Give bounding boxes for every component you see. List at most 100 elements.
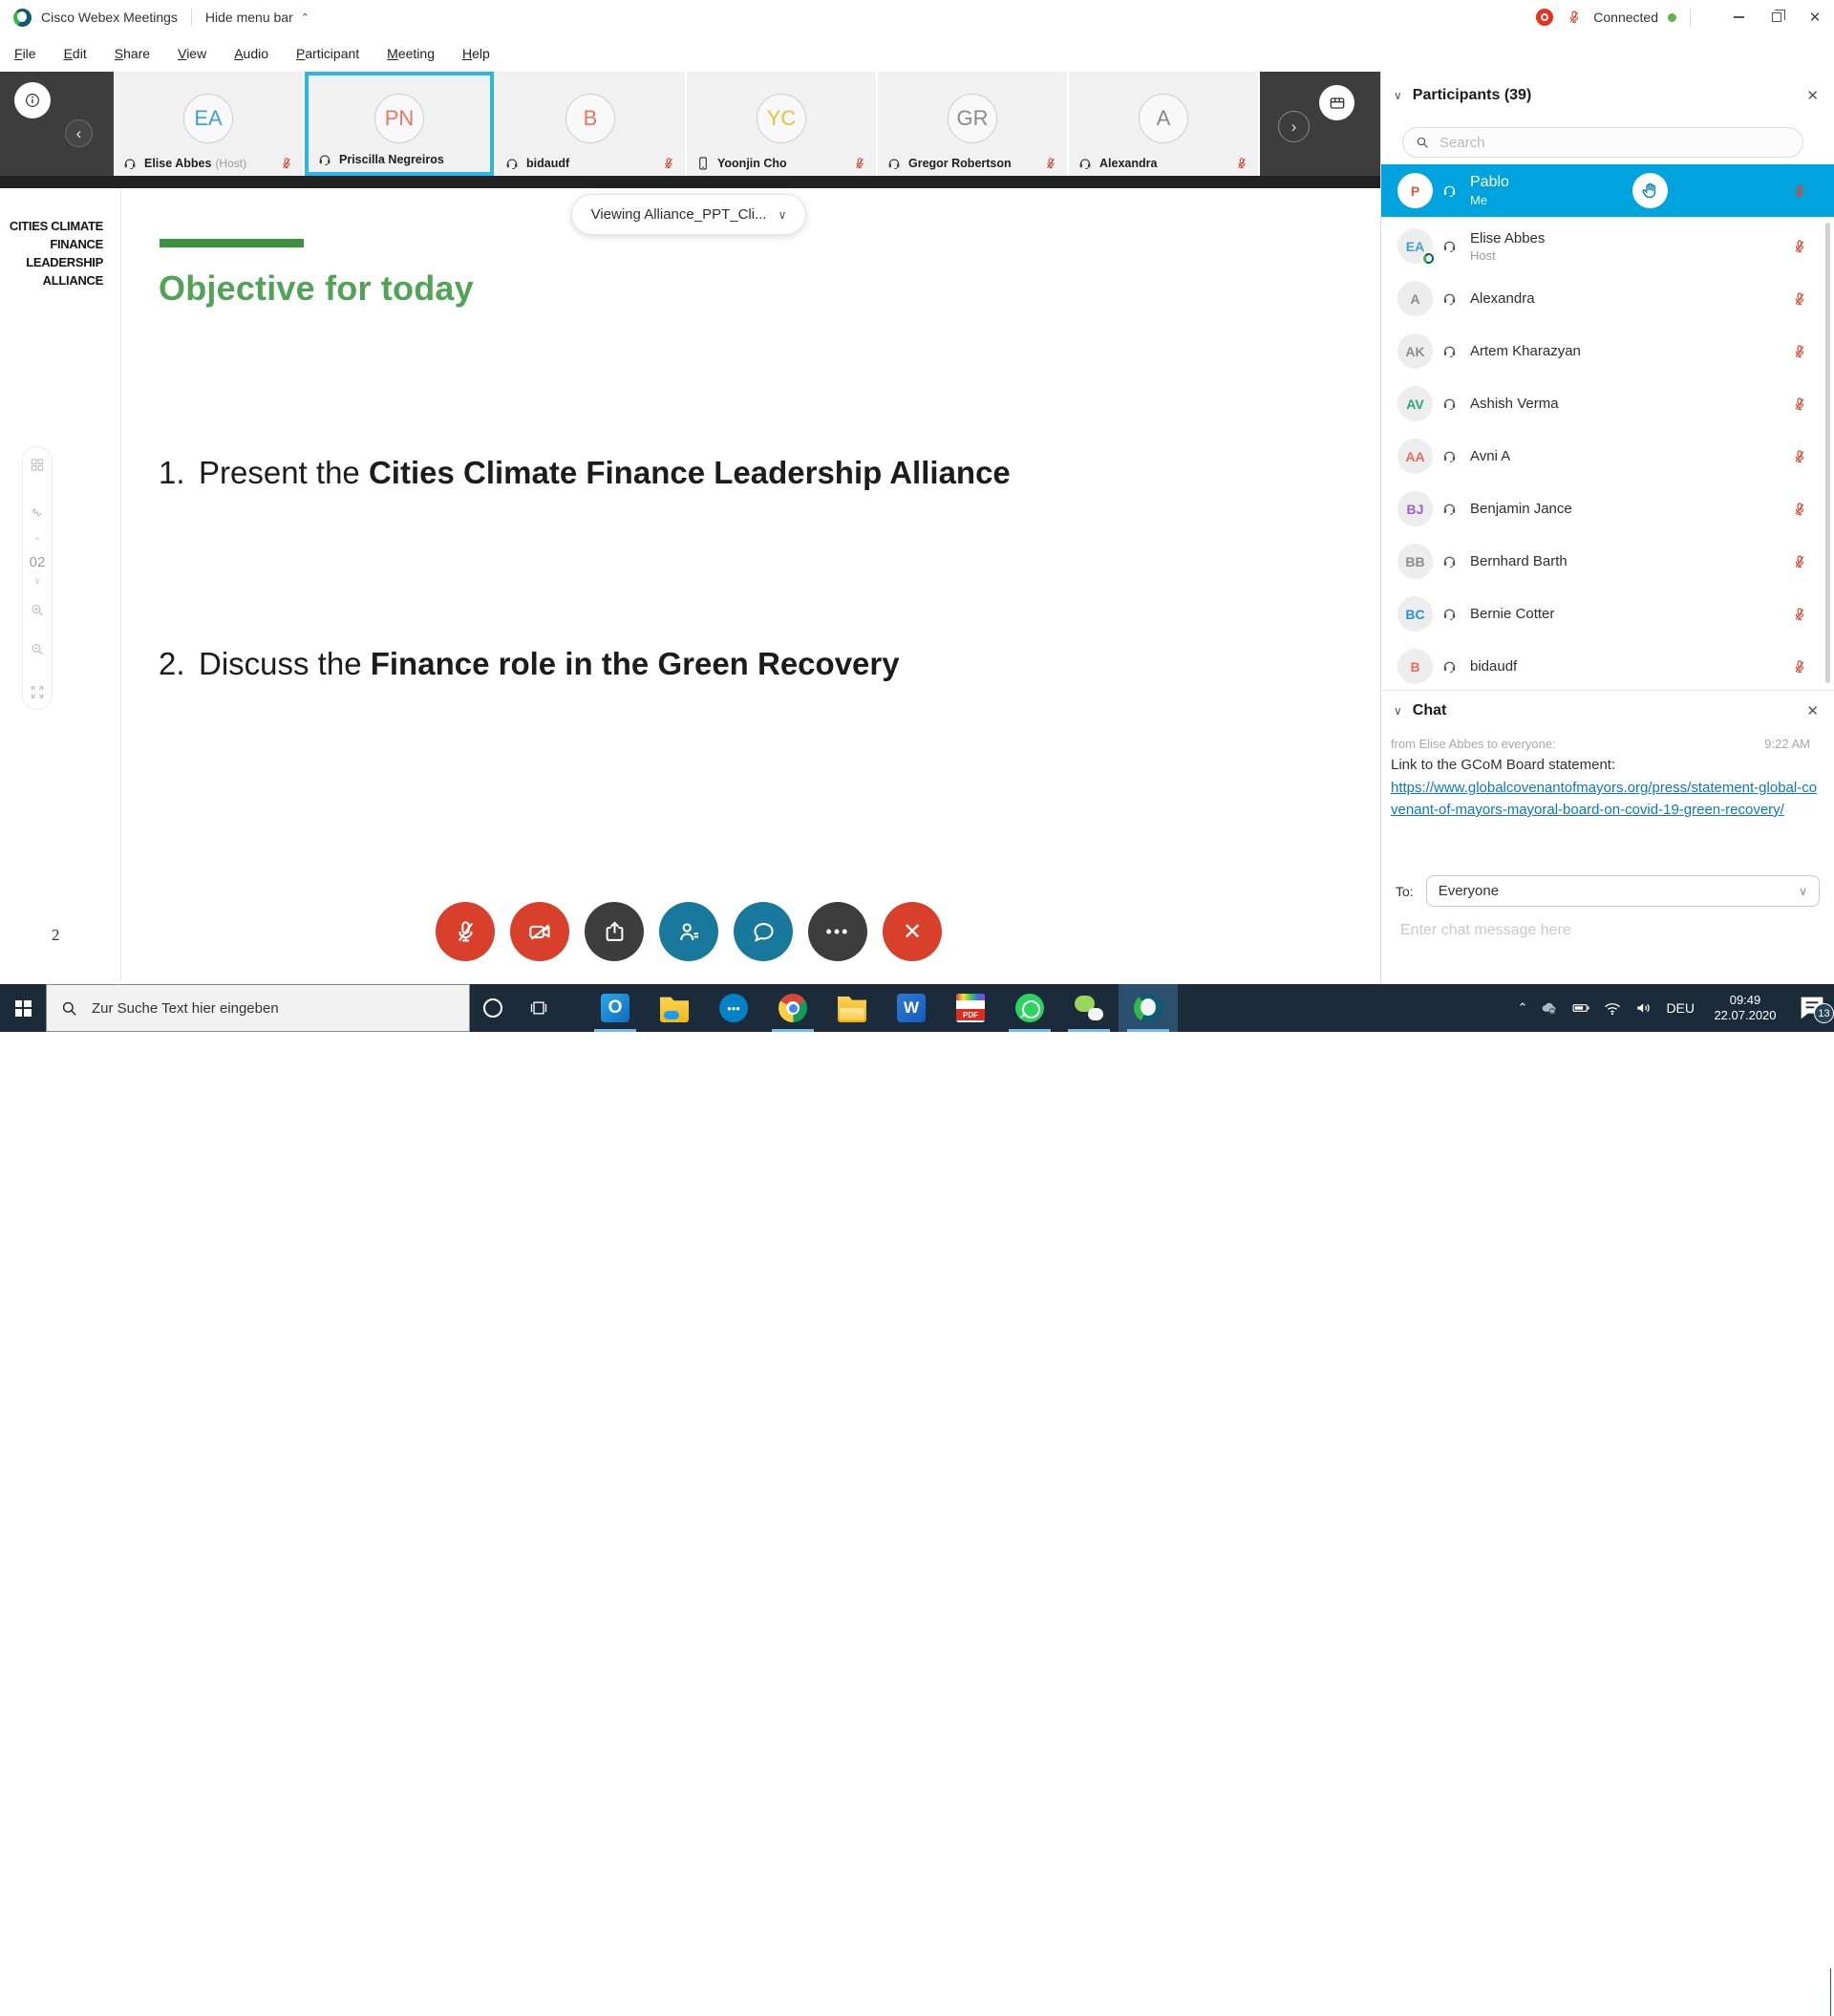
end-meeting-button[interactable]: ✕ (883, 902, 942, 961)
taskbar-wechat[interactable] (1059, 984, 1119, 1032)
taskbar-pdf[interactable] (941, 984, 1000, 1032)
zoom-in-button[interactable] (30, 602, 46, 618)
participant-search[interactable] (1402, 127, 1803, 158)
shared-presentation-area: CITIES CLIMATE FINANCE LEADERSHIP ALLIANCE … (0, 188, 1380, 984)
participant-row-benjamin-jance[interactable]: BJ Benjamin Jance (1381, 483, 1834, 535)
mic-muted-icon[interactable] (1792, 397, 1807, 412)
battery-icon[interactable] (1571, 998, 1590, 1018)
menu-share[interactable]: Share (115, 46, 150, 61)
taskbar-clock[interactable]: 09:49 22.07.2020 (1707, 993, 1783, 1023)
tile-role-label: (Host) (215, 157, 247, 170)
menu-edit[interactable]: Edit (64, 46, 87, 61)
participant-row-ashish-verma[interactable]: AV Ashish Verma (1381, 377, 1834, 430)
avatar: BJ (1397, 491, 1433, 526)
taskbar-outlook[interactable] (586, 984, 645, 1032)
taskbar-search-input[interactable] (92, 999, 456, 1017)
mic-muted-icon[interactable] (1792, 502, 1807, 517)
layout-button[interactable] (1319, 85, 1354, 120)
headset-icon (886, 156, 902, 171)
video-tile-yoonjin-cho[interactable]: YC Yoonjin Cho (687, 72, 878, 176)
mic-muted-icon[interactable] (1792, 554, 1807, 569)
previous-page-button[interactable]: ⌃︎ (33, 537, 41, 547)
recipient-select[interactable]: Everyone ∨ (1425, 875, 1820, 907)
mic-muted-icon[interactable] (1792, 239, 1807, 254)
mic-muted-icon[interactable] (1792, 291, 1807, 307)
taskbar-search[interactable] (46, 984, 470, 1032)
scroll-left-button[interactable]: ‹ (65, 119, 93, 147)
annotate-pen-button[interactable] (30, 503, 46, 519)
minimize-button[interactable] (1719, 0, 1758, 34)
participants-header: ∨ Participants (39) ✕ (1394, 83, 1819, 108)
close-chat-icon[interactable]: ✕ (1806, 702, 1819, 719)
onedrive-cloud-icon[interactable] (1540, 998, 1559, 1018)
mic-muted-button[interactable] (436, 902, 495, 961)
start-button[interactable] (0, 984, 46, 1032)
mic-muted-icon[interactable] (1792, 607, 1807, 622)
menu-file[interactable]: File (14, 46, 36, 61)
participants-scrollbar[interactable] (1825, 223, 1830, 683)
avatar: BB (1397, 544, 1433, 579)
volume-icon[interactable] (1634, 998, 1653, 1018)
avatar: GR (948, 94, 997, 143)
search-input[interactable] (1439, 134, 1791, 151)
camera-off-button[interactable] (510, 902, 569, 961)
participant-row-avni-a[interactable]: AA Avni A (1381, 430, 1834, 483)
participant-row-me[interactable]: P Pablo Me (1381, 164, 1834, 217)
more-options-button[interactable]: ••• (808, 902, 867, 961)
taskbar-webex[interactable] (1119, 984, 1178, 1032)
participant-row-artem-kharazyan[interactable]: AK Artem Kharazyan (1381, 325, 1834, 377)
chevron-down-icon[interactable]: ∨ (1394, 89, 1402, 102)
participant-row-alexandra[interactable]: A Alexandra (1381, 272, 1834, 325)
wifi-icon[interactable] (1603, 998, 1622, 1018)
scroll-right-button[interactable]: › (1278, 111, 1310, 142)
taskbar-nextcloud[interactable] (704, 984, 763, 1032)
mic-muted-icon[interactable] (1792, 659, 1807, 675)
raised-hand-icon (1640, 181, 1660, 201)
hide-menu-bar-button[interactable]: Hide menu bar ⌃︎ (205, 10, 309, 25)
chat-message-link[interactable]: https://www.globalcovenantofmayors.org/p… (1391, 777, 1822, 821)
tray-overflow-chevron-icon[interactable]: ⌃︎ (1518, 1000, 1528, 1016)
menu-participant[interactable]: Participant (296, 46, 359, 61)
mic-muted-icon[interactable] (1792, 183, 1807, 199)
participant-row-bernie-cotter[interactable]: BC Bernie Cotter (1381, 588, 1834, 640)
participants-button[interactable] (659, 902, 718, 961)
video-tile-elise-abbes[interactable]: EA Elise Abbes (Host) (114, 72, 305, 176)
mic-muted-icon[interactable] (1792, 449, 1807, 464)
meeting-info-button[interactable] (14, 82, 51, 118)
next-page-button[interactable]: ∨ (33, 576, 40, 587)
viewing-document-dropdown[interactable]: Viewing Alliance_PPT_Cli... ∨ (571, 194, 806, 235)
close-participants-icon[interactable]: ✕ (1806, 87, 1819, 104)
lower-hand-button[interactable] (1632, 173, 1668, 208)
restore-button[interactable] (1758, 0, 1796, 34)
video-tile-priscilla-negreiros[interactable]: PN Priscilla Negreiros (305, 72, 496, 176)
chevron-down-icon[interactable]: ∨ (1394, 704, 1402, 718)
taskbar-whatsapp[interactable] (1000, 984, 1059, 1032)
video-tile-bidaudf[interactable]: B bidaudf (496, 72, 687, 176)
menu-meeting[interactable]: Meeting (387, 46, 435, 61)
menu-audio[interactable]: Audio (234, 46, 268, 61)
video-tile-alexandra[interactable]: A Alexandra (1069, 72, 1260, 176)
taskbar-explorer[interactable] (822, 984, 882, 1032)
show-desktop-button[interactable] (1830, 1968, 1834, 2016)
participant-row-elise-abbes[interactable]: EA Elise Abbes Host (1381, 220, 1834, 272)
chat-button[interactable] (734, 902, 793, 961)
close-button[interactable]: ✕ (1796, 0, 1834, 34)
taskbar-chrome[interactable] (763, 984, 822, 1032)
menu-help[interactable]: Help (462, 46, 490, 61)
participant-row-bidaudf[interactable]: B bidaudf (1381, 640, 1834, 693)
video-tile-gregor-robertson[interactable]: GR Gregor Robertson (878, 72, 1069, 176)
taskbar-word[interactable] (882, 984, 941, 1032)
share-content-button[interactable] (585, 902, 644, 961)
action-center-button[interactable]: 13 (1796, 992, 1834, 1024)
zoom-out-button[interactable] (30, 641, 46, 657)
menu-view[interactable]: View (178, 46, 206, 61)
keyboard-language[interactable]: DEU (1666, 1000, 1695, 1016)
participant-row-bernhard-barth[interactable]: BB Bernhard Barth (1381, 535, 1834, 588)
chat-message-input[interactable] (1400, 922, 1815, 939)
fullscreen-button[interactable] (30, 684, 46, 700)
cortana-button[interactable] (470, 984, 516, 1032)
task-view-button[interactable] (516, 984, 562, 1032)
mic-muted-icon[interactable] (1792, 344, 1807, 359)
thumbnails-grid-button[interactable] (30, 457, 46, 473)
taskbar-onedrive-folder[interactable] (645, 984, 704, 1032)
